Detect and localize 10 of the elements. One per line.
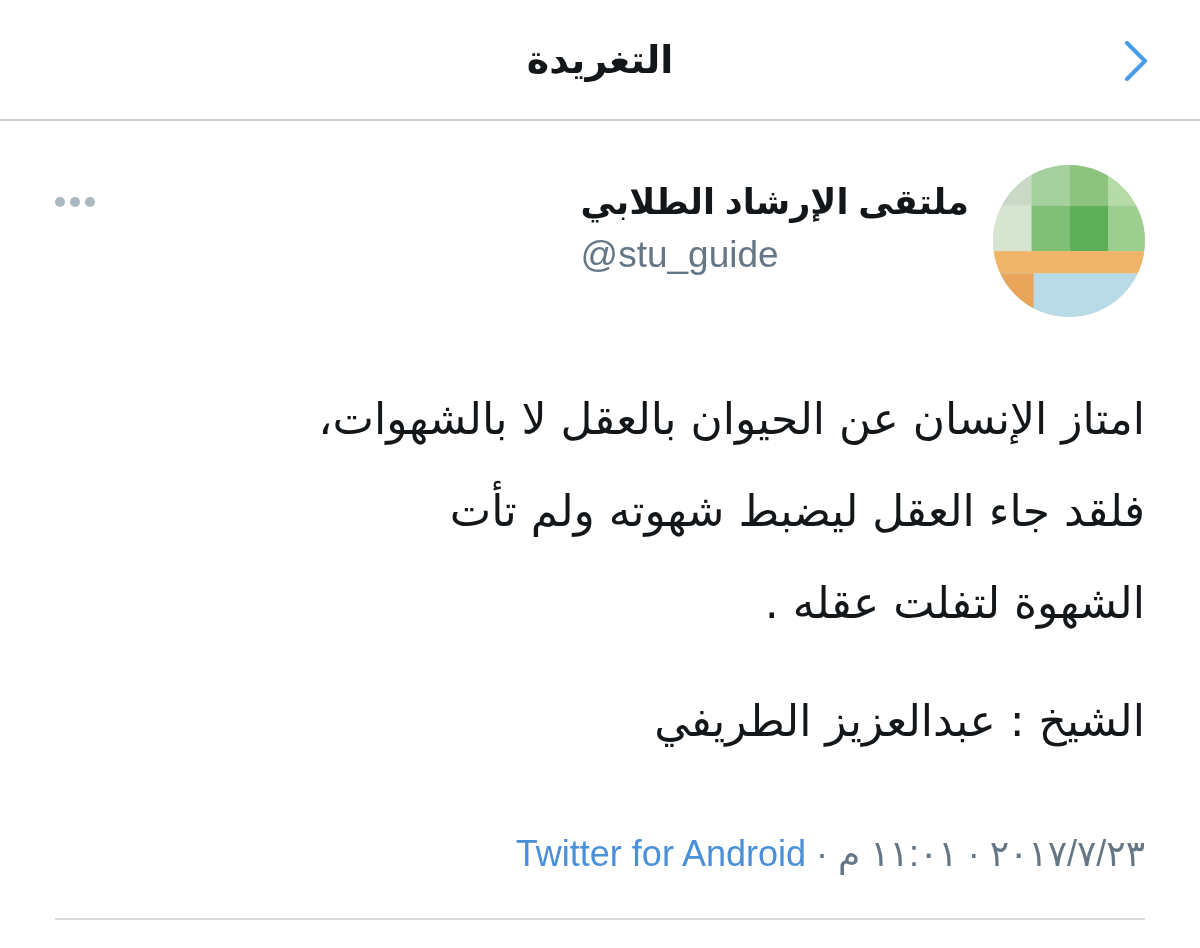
tweet-text: امتاز الإنسان عن الحيوان بالعقل لا بالشهوات، فلقد جاء العقل ليضبط شهوته ولم تأت الشهوة لتفلت عقله . [317,392,1145,631]
timestamp-text: ١١:٠١ م [838,833,958,874]
chevron-icon[interactable] [1124,41,1148,81]
separator-dot: · [816,833,828,874]
more-icon[interactable] [55,197,95,207]
tweet-text: الشيخ : عبدالعزيز الطريفي [653,694,1145,749]
author-name[interactable]: ملتقى الإرشاد الطلابي [580,181,969,223]
timestamp-text: ٢٠١٧/٧/٢٣ [989,833,1145,874]
separator-dot: · [967,833,980,874]
author-handle: @stu_guide [580,233,780,277]
